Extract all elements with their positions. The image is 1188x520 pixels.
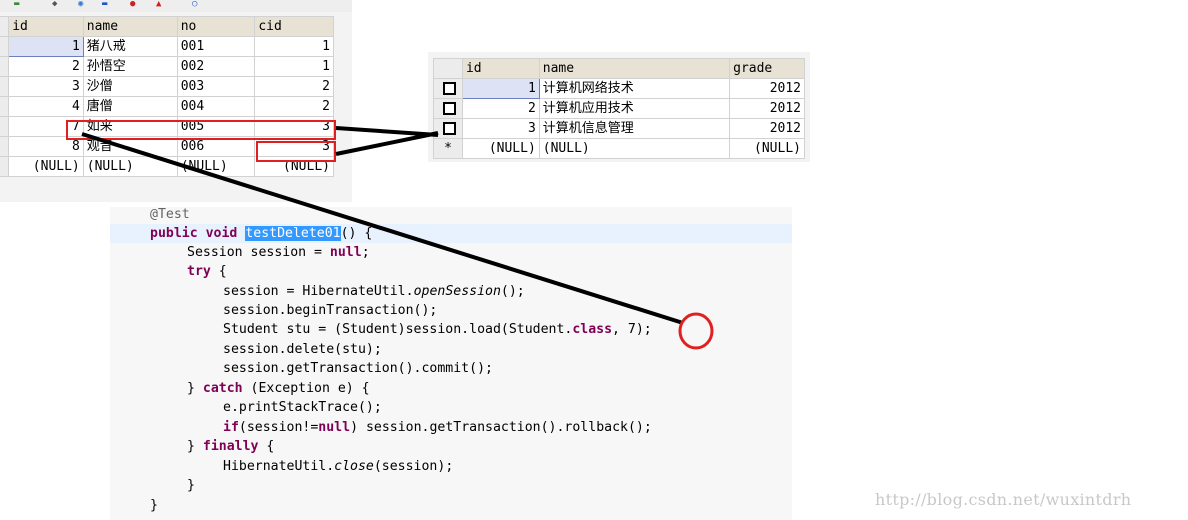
annotation-overlay [81,126,714,350]
connector-line [81,132,684,325]
connector-line [335,126,439,137]
connector-line [335,131,439,156]
watermark-text: http://blog.csdn.net/wuxintdrh [875,490,1132,509]
highlight-circle-id-7 [678,312,714,350]
